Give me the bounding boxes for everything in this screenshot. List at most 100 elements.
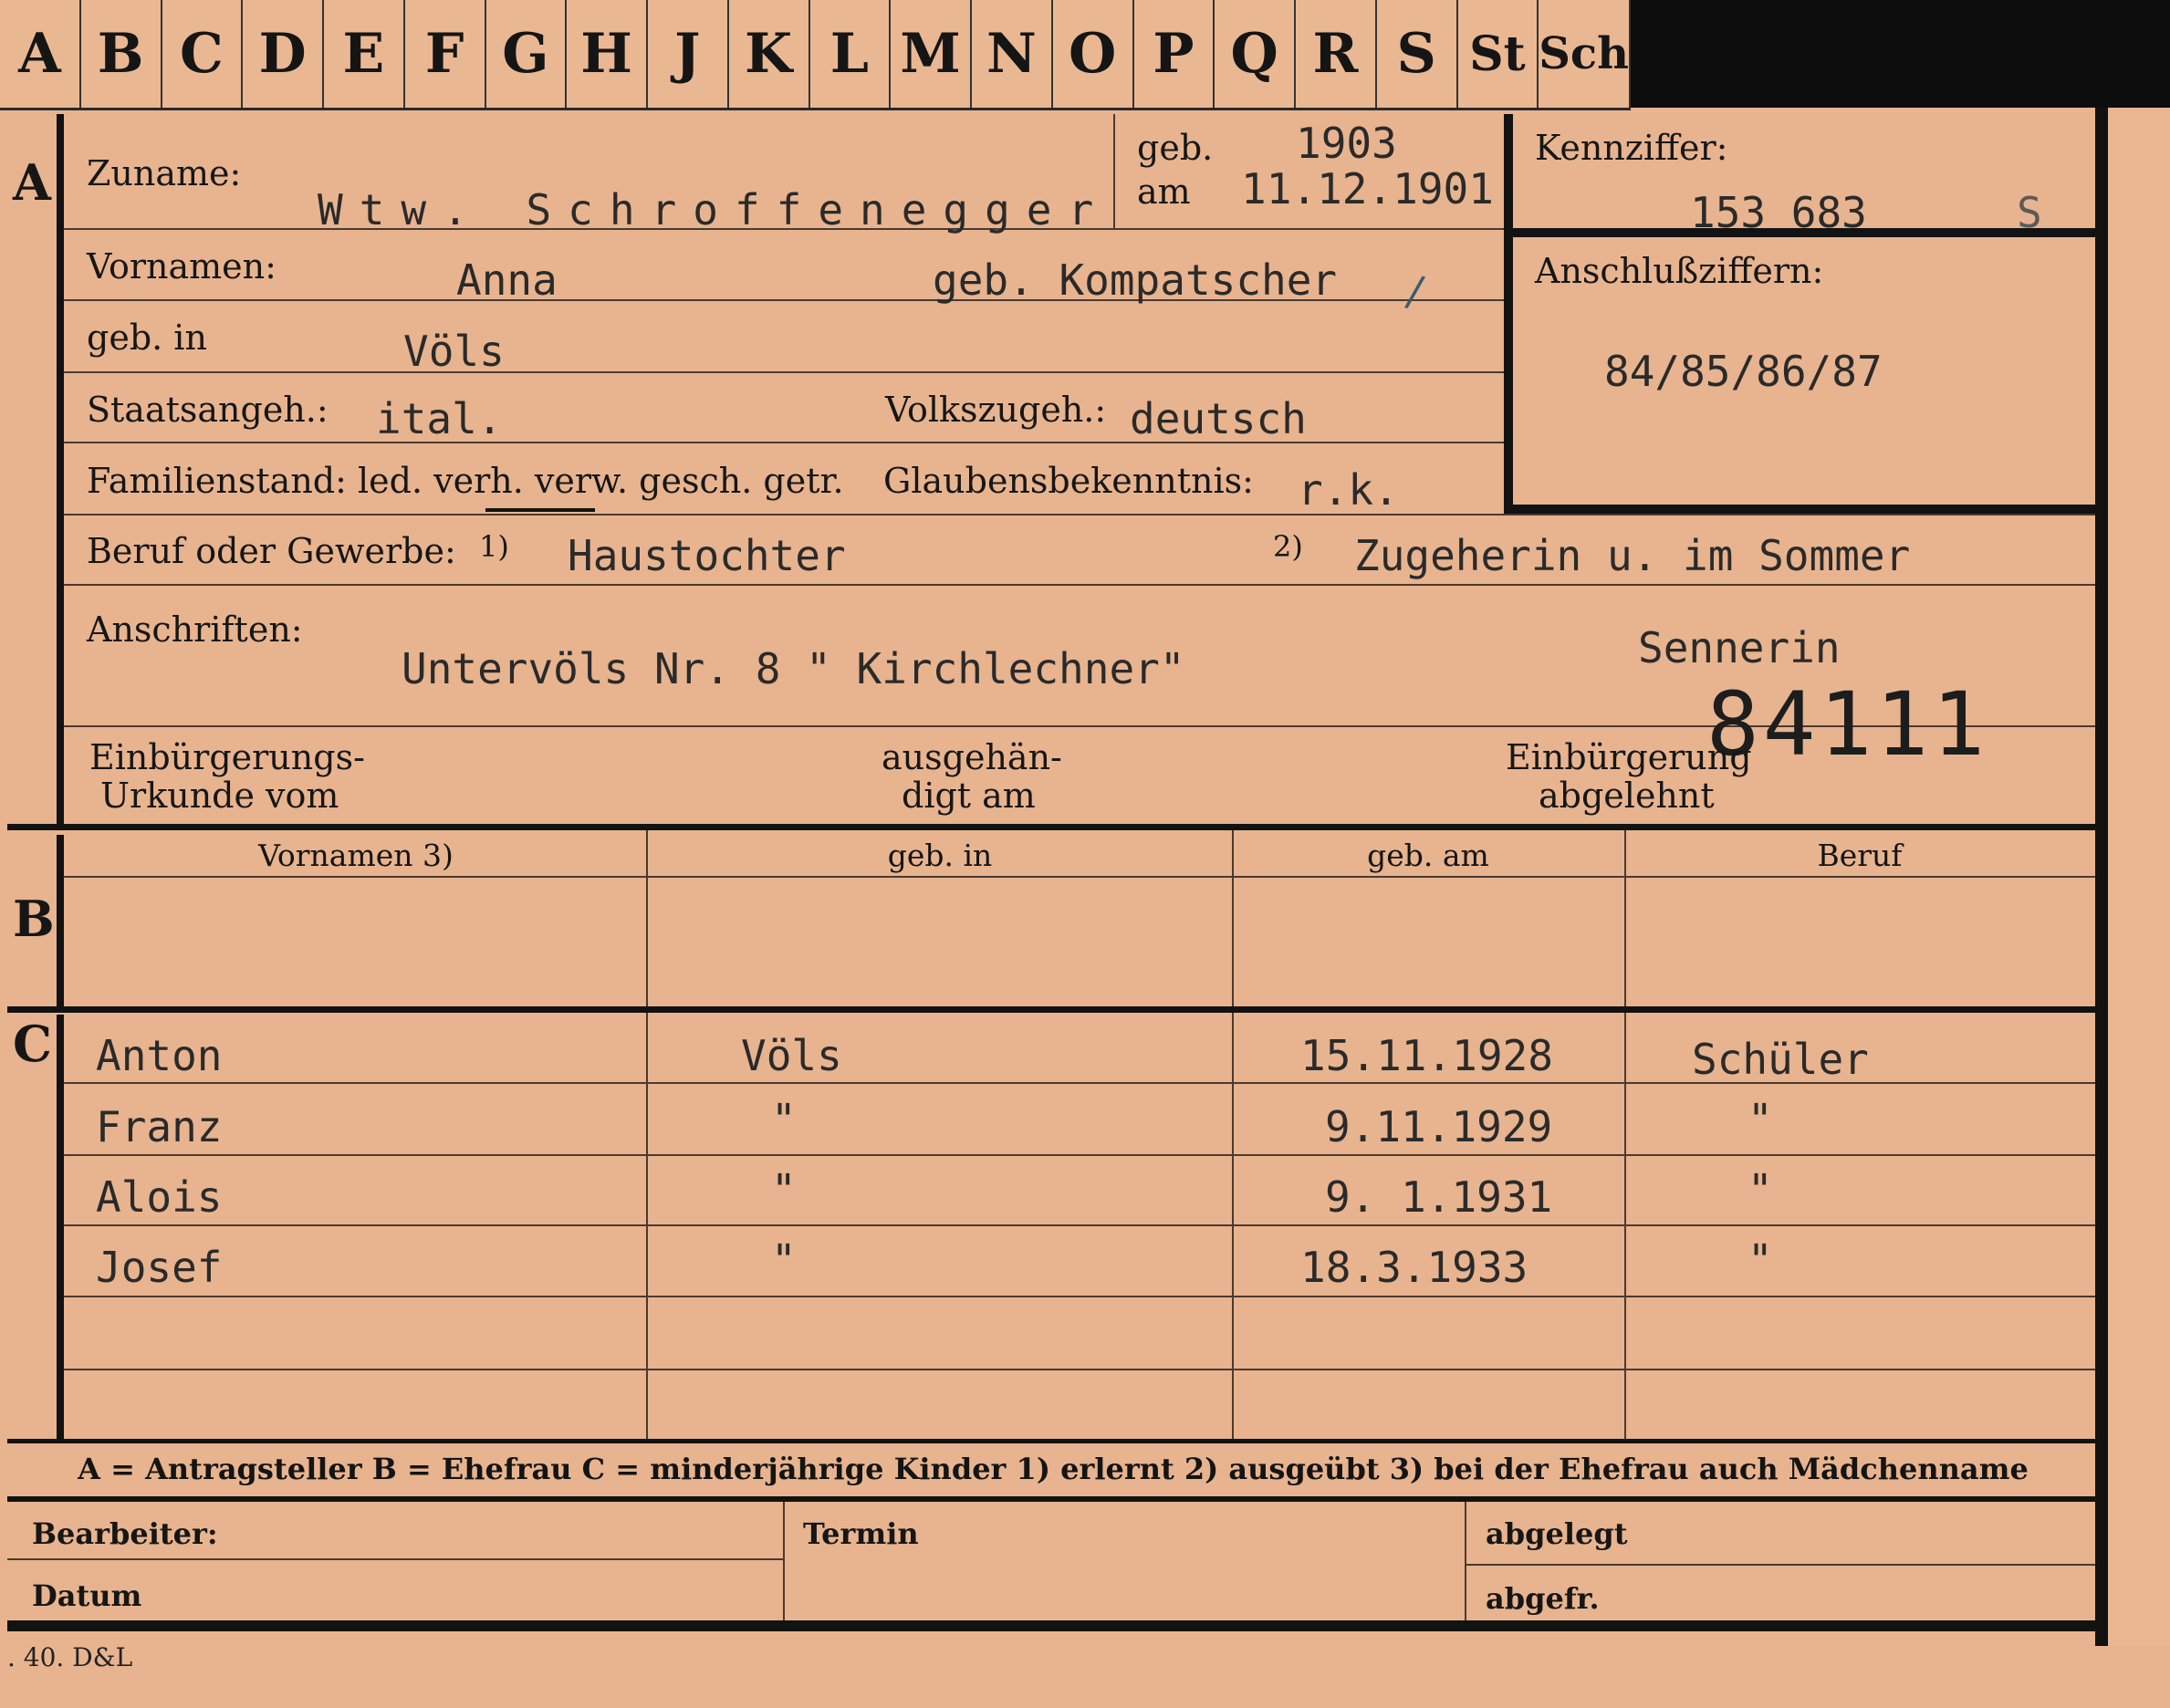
label-einbuergerung-urkunde-1: Einbürgerungs- — [89, 737, 365, 777]
child-geb-am: 9. 1.1931 — [1325, 1172, 1553, 1222]
label-anschlussziffern: Anschlußziffern: — [1535, 251, 1824, 291]
label-einbuergerung-abgelehnt-2: abgelehnt — [1539, 776, 1715, 816]
value-geb-date: 11.12.1901 — [1241, 164, 1494, 214]
value-geb-name: geb. Kompatscher — [933, 255, 1338, 305]
alphabet-index-tabs: A B C D E F G H J K L M N O P Q R S St S… — [0, 0, 1632, 110]
label-ausgehaendigt-1: ausgehän- — [882, 737, 1062, 777]
index-tab-f[interactable]: F — [405, 0, 486, 108]
column-divider — [1624, 830, 1626, 1006]
column-divider — [783, 1502, 785, 1620]
index-tab-sch[interactable]: Sch — [1539, 0, 1632, 108]
legend-bottom-rule — [7, 1496, 2095, 1502]
index-tab-o[interactable]: O — [1053, 0, 1134, 108]
kennziffer-box-bottom — [1513, 505, 2095, 514]
kennziffer-box-left — [1504, 114, 1513, 514]
child-geb-in: " — [771, 1235, 797, 1285]
label-abgefr: abgefr. — [1486, 1581, 1600, 1616]
section-separator-bc — [7, 1006, 2095, 1013]
index-tab-k[interactable]: K — [729, 0, 810, 108]
value-volkszugeh: deutsch — [1130, 394, 1307, 443]
label-vornamen: Vornamen: — [87, 246, 276, 286]
child-geb-am: 15.11.1928 — [1300, 1031, 1553, 1080]
child-name: Franz — [96, 1102, 223, 1151]
index-tab-d[interactable]: D — [243, 0, 324, 108]
value-geb-year: 1903 — [1296, 119, 1397, 168]
child-name: Josef — [96, 1243, 223, 1292]
label-zuname: Zuname: — [87, 153, 242, 193]
registration-card: A B C D E F G H J K L M N O P Q R S St S… — [0, 0, 2170, 1708]
label-einbuergerung-abgelehnt-1: Einbürgerung — [1506, 737, 1752, 777]
child-geb-in: " — [771, 1095, 797, 1144]
index-tab-e[interactable]: E — [324, 0, 405, 108]
value-beruf-ausgeuebt: Zugeherin u. im Sommer — [1354, 531, 1911, 580]
index-tab-g[interactable]: G — [486, 0, 568, 108]
label-bearbeiter: Bearbeiter: — [32, 1516, 218, 1551]
value-beruf-ausgeuebt-2: Sennerin — [1638, 623, 1841, 672]
value-anschlussziffern: 84/85/86/87 — [1604, 347, 1883, 396]
label-geb-in: geb. in — [87, 318, 207, 358]
label-termin: Termin — [803, 1516, 919, 1551]
index-tab-q[interactable]: Q — [1215, 0, 1296, 108]
label-am: am — [1137, 172, 1191, 212]
index-tab-st[interactable]: St — [1458, 0, 1539, 108]
divider — [64, 876, 2095, 878]
divider — [64, 1296, 2095, 1297]
child-beruf: " — [1747, 1095, 1773, 1144]
column-header-geb-am: geb. am — [1367, 838, 1489, 873]
divider — [1113, 114, 1115, 228]
label-abgelegt: abgelegt — [1486, 1516, 1628, 1551]
label-volkszugeh: Volkszugeh.: — [885, 390, 1107, 430]
value-beruf-erlernt: Haustochter — [568, 531, 846, 580]
section-a-marker: A — [13, 153, 51, 212]
footnote-1: 1) — [479, 529, 509, 564]
column-header-beruf: Beruf — [1817, 838, 1903, 873]
section-separator-ab — [7, 824, 2095, 830]
left-border-a — [57, 114, 64, 826]
footnote-2: 2) — [1273, 529, 1303, 564]
index-tab-m[interactable]: M — [891, 0, 972, 108]
card-right-border — [2095, 108, 2108, 1646]
child-geb-am: 9.11.1929 — [1325, 1102, 1553, 1151]
value-anschrift: Untervöls Nr. 8 " Kirchlechner" — [402, 644, 1185, 693]
section-c-marker: C — [13, 1015, 52, 1073]
label-kennziffer: Kennziffer: — [1535, 128, 1728, 168]
left-border-c — [57, 1015, 64, 1439]
left-border-b — [57, 835, 64, 1006]
label-beruf: Beruf oder Gewerbe: — [87, 531, 456, 571]
index-tab-h[interactable]: H — [567, 0, 648, 108]
label-einbuergerung-urkunde-2: Urkunde vom — [100, 776, 339, 816]
child-geb-am: 18.3.1933 — [1300, 1243, 1528, 1292]
label-ausgehaendigt-2: digt am — [902, 776, 1036, 816]
divider — [64, 514, 2095, 516]
legend: A = Antragsteller B = Ehefrau C = minder… — [78, 1452, 2029, 1486]
value-geb-in: Völs — [403, 327, 505, 376]
value-glaubensbekenntnis: r.k. — [1298, 465, 1399, 515]
index-tab-j[interactable]: J — [648, 0, 729, 108]
card-bottom-border — [7, 1620, 2108, 1631]
child-geb-in: Völs — [741, 1031, 842, 1080]
index-tab-p[interactable]: P — [1134, 0, 1215, 108]
index-tab-s[interactable]: S — [1377, 0, 1458, 108]
index-tab-l[interactable]: L — [810, 0, 892, 108]
child-name: Anton — [96, 1031, 223, 1080]
column-header-geb-in: geb. in — [887, 838, 993, 873]
printer-mark: . 40. D&L — [7, 1642, 133, 1672]
value-kennziffer: 153 683 — [1690, 188, 1867, 237]
column-divider — [646, 830, 648, 1006]
label-glaubensbekenntnis: Glaubensbekenntnis: — [883, 461, 1254, 501]
divider — [64, 371, 1506, 373]
index-tab-c[interactable]: C — [162, 0, 244, 108]
background-corner — [1631, 0, 2170, 108]
label-datum: Datum — [32, 1578, 142, 1613]
index-tab-n[interactable]: N — [972, 0, 1053, 108]
divider — [64, 1369, 2095, 1370]
column-header-vornamen: Vornamen 3) — [258, 838, 454, 873]
label-geb: geb. — [1137, 128, 1214, 168]
section-b-marker: B — [13, 890, 55, 948]
index-tab-a[interactable]: A — [0, 0, 81, 108]
index-tab-b[interactable]: B — [81, 0, 162, 108]
child-beruf: Schüler — [1692, 1035, 1869, 1084]
index-tab-r[interactable]: R — [1296, 0, 1377, 108]
divider — [1465, 1564, 2095, 1566]
child-beruf: " — [1747, 1235, 1773, 1285]
